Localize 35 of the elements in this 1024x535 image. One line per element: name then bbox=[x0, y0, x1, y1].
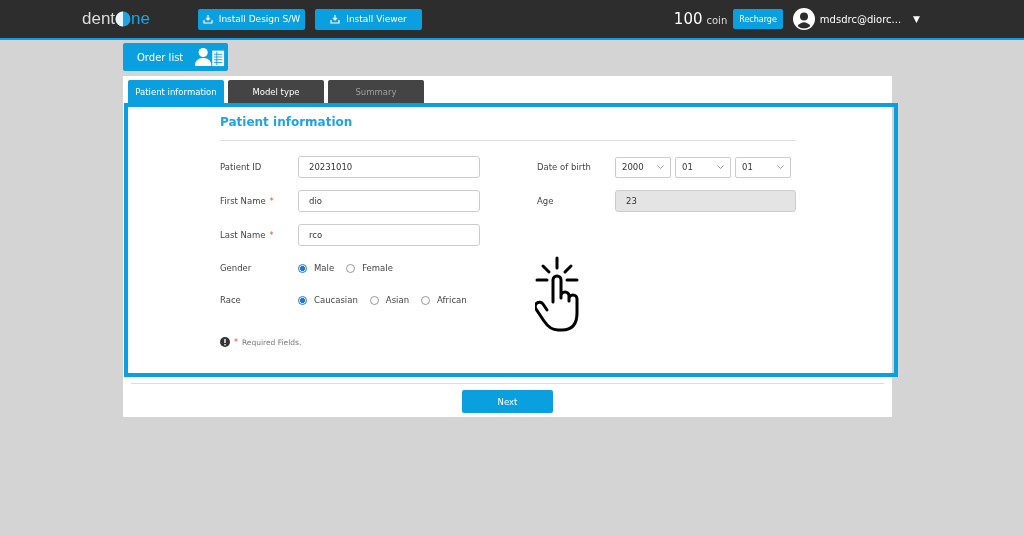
field-label: First Name bbox=[220, 196, 266, 206]
chevron-down-icon[interactable] bbox=[777, 165, 784, 169]
required-mark: * bbox=[234, 337, 238, 347]
date-dropdown[interactable]: 01 bbox=[675, 156, 731, 178]
info-icon bbox=[220, 337, 230, 347]
logo[interactable]: dent ne bbox=[82, 9, 150, 29]
field-label: Race bbox=[220, 295, 242, 305]
text-field[interactable]: 20231010 bbox=[298, 156, 480, 178]
field-label: Last Name bbox=[220, 230, 266, 240]
user-email[interactable]: mdsdrc@diorc... bbox=[819, 13, 902, 25]
coin-amount: 100 bbox=[673, 10, 703, 28]
download-icon bbox=[202, 14, 213, 24]
date-dropdown[interactable]: 01 bbox=[735, 156, 791, 178]
text-field[interactable]: rco bbox=[298, 224, 480, 246]
required-mark: * bbox=[269, 196, 274, 206]
tab[interactable]: Model type bbox=[228, 80, 324, 103]
radio-option[interactable]: Asian bbox=[369, 295, 409, 305]
download-icon bbox=[330, 14, 341, 24]
user-avatar-icon[interactable] bbox=[792, 8, 815, 30]
section-title: Patient information bbox=[220, 115, 354, 131]
date-dropdown[interactable]: 2000 bbox=[615, 156, 671, 178]
field-label: Gender bbox=[220, 263, 253, 273]
menu-caret[interactable]: ▼ bbox=[913, 14, 920, 24]
radio-option[interactable]: Male bbox=[298, 263, 335, 273]
chevron-down-icon[interactable] bbox=[657, 165, 664, 169]
field-label: Patient ID bbox=[220, 162, 262, 172]
radio-option[interactable]: African bbox=[421, 295, 467, 305]
text-field[interactable]: dio bbox=[298, 190, 480, 212]
field-label: Age bbox=[537, 196, 555, 206]
chevron-down-icon[interactable] bbox=[717, 165, 724, 169]
radio-option[interactable]: Caucasian bbox=[298, 295, 358, 305]
coin-unit: coin bbox=[706, 15, 728, 26]
field-label: Date of birth bbox=[537, 162, 592, 172]
required-mark: * bbox=[269, 230, 274, 240]
radio-option[interactable]: Female bbox=[346, 263, 393, 273]
